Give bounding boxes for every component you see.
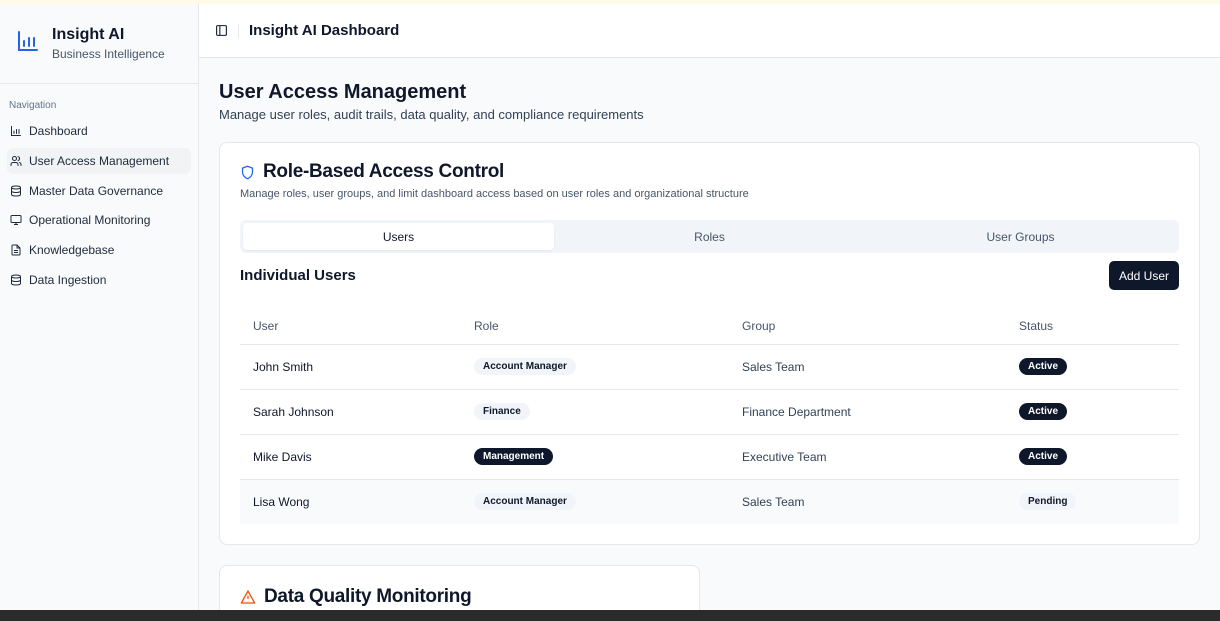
sidebar-item-knowledgebase[interactable]: Knowledgebase [7, 237, 191, 263]
sidebar: Insight AI Business Intelligence Navigat… [0, 4, 199, 610]
sidebar-item-master-data-governance[interactable]: Master Data Governance [7, 178, 191, 204]
user-group: Executive Team [729, 434, 1006, 480]
monitor-icon [10, 214, 22, 226]
user-name: Lisa Wong [240, 479, 461, 524]
sidebar-item-label: Dashboard [29, 124, 88, 138]
status-badge: Active [1019, 403, 1068, 420]
rbac-card-header: Role-Based Access Control [240, 161, 1179, 183]
user-name: Sarah Johnson [240, 389, 461, 435]
user-group: Finance Department [729, 389, 1006, 435]
nav-section-label: Navigation [9, 100, 57, 111]
header-title: Insight AI Dashboard [249, 22, 400, 39]
user-group: Sales Team [729, 479, 1006, 524]
status-badge: Active [1019, 448, 1068, 465]
sidebar-item-data-ingestion[interactable]: Data Ingestion [7, 267, 191, 293]
users-section-header: Individual Users Add User [240, 261, 1179, 290]
sidebar-item-label: Knowledgebase [29, 243, 115, 258]
column-header-role: Role [461, 308, 729, 345]
users-table: User Role Group Status John Smith Accoun… [240, 308, 1179, 524]
tab-user-groups[interactable]: User Groups [865, 223, 1176, 250]
window-bottom-edge [0, 610, 1220, 621]
bar-chart-icon [10, 125, 22, 137]
table-row[interactable]: Lisa Wong Account Manager Sales Team Pen… [240, 479, 1179, 524]
table-row[interactable]: Mike Davis Management Executive Team Act… [240, 434, 1179, 480]
data-quality-card: Data Quality Monitoring [219, 565, 700, 610]
add-user-button[interactable]: Add User [1108, 261, 1179, 290]
file-text-icon [10, 244, 22, 256]
column-header-group: Group [729, 308, 1006, 345]
table-header-row: User Role Group Status [240, 308, 1179, 345]
role-badge: Account Manager [474, 358, 576, 375]
sidebar-item-label: User Access Management [29, 153, 170, 168]
data-quality-title: Data Quality Monitoring [264, 586, 472, 607]
column-header-status: Status [1006, 308, 1179, 345]
user-group: Sales Team [729, 344, 1006, 390]
table-row[interactable]: John Smith Account Manager Sales Team Ac… [240, 344, 1179, 390]
status-badge: Pending [1019, 493, 1077, 511]
page-title: User Access Management [219, 81, 467, 103]
tab-roles[interactable]: Roles [554, 223, 865, 250]
header-divider [238, 23, 239, 38]
role-badge: Finance [474, 403, 530, 420]
section-title: Individual Users [240, 267, 356, 284]
database-icon [10, 274, 22, 286]
sidebar-item-operational-monitoring[interactable]: Operational Monitoring [7, 207, 191, 233]
bar-chart-icon [18, 30, 38, 51]
brand: Insight AI Business Intelligence [0, 4, 198, 84]
role-badge: Account Manager [474, 493, 576, 511]
data-quality-card-header: Data Quality Monitoring [240, 586, 679, 608]
rbac-card: Role-Based Access Control Manage roles, … [219, 142, 1200, 545]
status-badge: Active [1019, 358, 1068, 375]
database-icon [10, 185, 22, 197]
rbac-description: Manage roles, user groups, and limit das… [240, 188, 749, 200]
sidebar-item-dashboard[interactable]: Dashboard [7, 118, 191, 144]
rbac-tabs: Users Roles User Groups [240, 220, 1179, 253]
sidebar-toggle-icon[interactable] [214, 24, 228, 38]
role-badge: Management [474, 448, 554, 465]
page-subtitle: Manage user roles, audit trails, data qu… [219, 107, 644, 122]
column-header-user: User [240, 308, 461, 345]
user-name: Mike Davis [240, 434, 461, 480]
sidebar-item-label: Data Ingestion [29, 272, 107, 287]
sidebar-item-user-access-management[interactable]: User Access Management [7, 147, 191, 174]
tab-users[interactable]: Users [243, 223, 554, 250]
top-header: Insight AI Dashboard [199, 4, 1220, 58]
users-icon [10, 155, 22, 167]
nav-list: Dashboard User Access Management Master … [0, 118, 198, 293]
rbac-title: Role-Based Access Control [263, 161, 504, 182]
main-area: Insight AI Dashboard User Access Managem… [199, 4, 1220, 610]
sidebar-item-label: Master Data Governance [29, 183, 164, 198]
table-row[interactable]: Sarah Johnson Finance Finance Department… [240, 389, 1179, 435]
user-name: John Smith [240, 344, 461, 390]
sidebar-item-label: Operational Monitoring [29, 213, 151, 228]
alert-triangle-icon [240, 590, 256, 604]
page-content: User Access Management Manage user roles… [199, 58, 1220, 610]
shield-icon [241, 165, 254, 179]
app-window: Insight AI Business Intelligence Navigat… [0, 4, 1220, 610]
brand-subtitle: Business Intelligence [52, 47, 165, 61]
brand-title: Insight AI [52, 26, 125, 43]
